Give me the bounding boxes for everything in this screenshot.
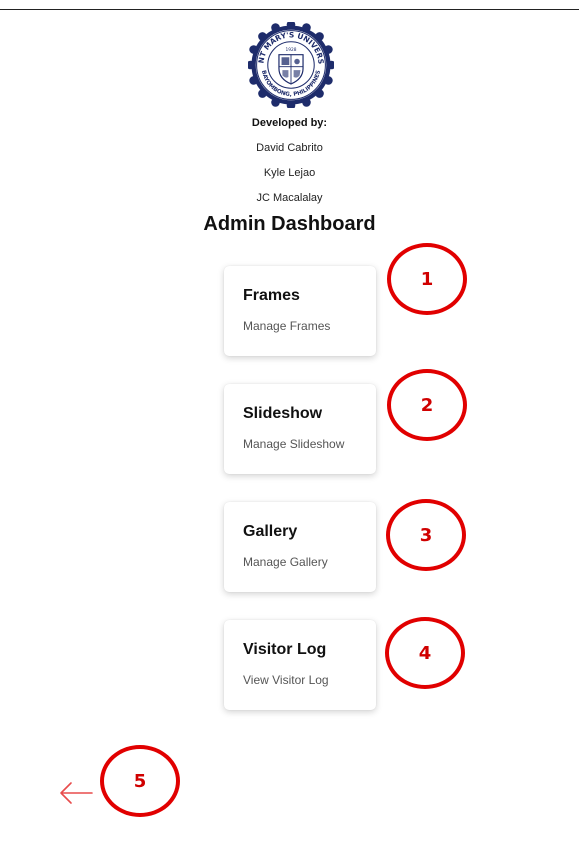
back-arrow-icon[interactable] xyxy=(58,780,94,806)
card-title: Frames xyxy=(243,287,300,304)
university-seal-icon: SAINT MARY'S UNIVERSITY BAYOMBONG, PHILI… xyxy=(248,22,334,108)
gallery-card[interactable]: Gallery Manage Gallery xyxy=(224,502,376,592)
card-title: Visitor Log xyxy=(243,641,327,658)
annotation-marker-4: 4 xyxy=(385,617,465,689)
developer-credits: Developed by: David Cabrito Kyle Lejao J… xyxy=(0,114,579,207)
annotation-marker-1: 1 xyxy=(387,243,467,315)
annotation-marker-5: 5 xyxy=(100,745,180,817)
page-title: Admin Dashboard xyxy=(203,213,376,235)
card-subtitle: View Visitor Log xyxy=(243,673,329,687)
annotation-marker-3: 3 xyxy=(386,499,466,571)
slideshow-card[interactable]: Slideshow Manage Slideshow xyxy=(224,384,376,474)
card-subtitle: Manage Slideshow xyxy=(243,437,345,451)
developer-name: David Cabrito xyxy=(256,142,323,154)
top-divider xyxy=(0,9,579,10)
card-title: Gallery xyxy=(243,523,298,540)
developer-name: Kyle Lejao xyxy=(263,167,316,179)
card-subtitle: Manage Gallery xyxy=(243,555,328,569)
svg-text:1928: 1928 xyxy=(286,47,297,53)
credits-heading: Developed by: xyxy=(251,117,328,129)
card-title: Slideshow xyxy=(243,405,323,422)
card-subtitle: Manage Frames xyxy=(243,319,331,333)
visitor-log-card[interactable]: Visitor Log View Visitor Log xyxy=(224,620,376,710)
frames-card[interactable]: Frames Manage Frames xyxy=(224,266,376,356)
annotation-marker-2: 2 xyxy=(387,369,467,441)
developer-name: JC Macalalay xyxy=(256,192,323,204)
